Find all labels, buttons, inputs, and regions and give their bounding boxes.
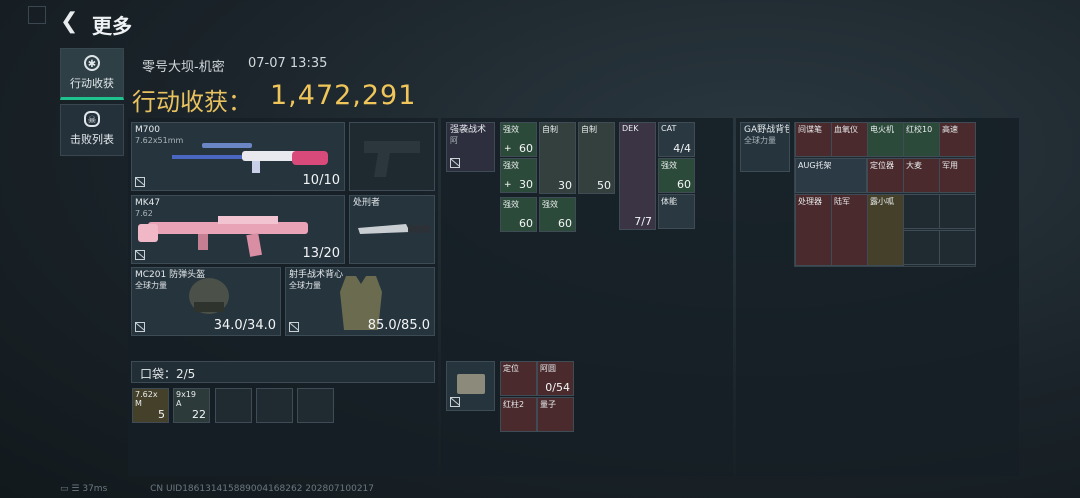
case-item[interactable]: 红柱2 — [500, 397, 537, 432]
match-time: 07-07 13:35 — [248, 56, 328, 71]
back-arrow-icon[interactable]: ❮ — [60, 10, 80, 34]
backpack-item[interactable]: 血氧仪 — [831, 122, 868, 157]
backpack-item[interactable]: 陆军 — [831, 194, 868, 266]
harvest-value: 1,472,291 — [270, 80, 417, 111]
backpack-name: GA野战背包 — [744, 125, 790, 135]
backpack-empty-slot[interactable] — [939, 230, 976, 265]
armor-name: 射手战术背心 — [289, 270, 344, 280]
no-insurance-icon — [135, 250, 145, 260]
helmet-brand: 全球力量 — [135, 281, 167, 290]
pistol-slot[interactable] — [349, 122, 435, 191]
rig-item-stim[interactable]: 强效 60 — [539, 197, 576, 232]
tab-label: 行动收获 — [70, 77, 114, 90]
pocket-header: 口袋：2/5 — [131, 361, 435, 383]
helmet-icon — [189, 278, 229, 314]
backpack-item[interactable]: 定位器 — [867, 158, 904, 193]
melee-name: 处刑者 — [353, 198, 381, 208]
no-insurance-icon — [450, 397, 460, 407]
skull-icon: ☠ — [84, 111, 100, 127]
case-item[interactable]: 阿圆 0/54 — [537, 361, 574, 396]
pocket-empty-slot[interactable] — [297, 388, 334, 423]
backpack-empty-slot[interactable] — [939, 194, 976, 229]
battery-icon: ▭ — [60, 484, 69, 494]
helmet-slot[interactable]: MC201 防弹头盔 全球力量 34.0/34.0 — [131, 267, 281, 336]
backpack-item[interactable]: 大麦 — [903, 158, 940, 193]
case-icon — [457, 374, 485, 394]
weapon-name: M700 — [135, 125, 160, 135]
pocket-empty-slot[interactable] — [215, 388, 252, 423]
harvest-label: 行动收获： — [132, 88, 252, 116]
no-insurance-icon — [135, 322, 145, 332]
rig-item-medkit[interactable]: 自制 30 — [539, 122, 576, 194]
page-title: 更多 — [92, 14, 132, 38]
uid: CN UID1861314158890041682​62 20280710​02… — [150, 484, 375, 494]
pistol-silhouette-icon — [364, 141, 420, 177]
no-insurance-icon — [135, 177, 145, 187]
rig-item-stim[interactable]: 强效 60 — [500, 197, 537, 232]
pocket-item-ammo[interactable]: 9x19 A 22 — [173, 388, 210, 423]
armor-durability: 85.0/85.0 — [367, 318, 430, 333]
no-insurance-icon — [450, 158, 460, 168]
ammo-count: 10/10 — [302, 173, 340, 188]
rig-item-injector[interactable]: 体能 — [658, 194, 695, 229]
ping: 37ms — [82, 484, 108, 494]
knife-icon — [358, 224, 430, 234]
corner-frame — [28, 6, 46, 24]
armor-brand: 全球力量 — [289, 281, 321, 290]
pocket-label: 口袋：2/5 — [140, 367, 196, 381]
wifi-icon: ☰ — [71, 484, 80, 494]
backpack-empty-slot[interactable] — [903, 230, 940, 265]
target-icon: ✱ — [84, 55, 100, 71]
pocket-empty-slot[interactable] — [256, 388, 293, 423]
backpack-item[interactable]: 处理器 — [795, 194, 832, 266]
pocket-item-ammo[interactable]: 7.62x M 5 — [132, 388, 169, 423]
armor-slot[interactable]: 射手战术背心 全球力量 85.0/85.0 — [285, 267, 435, 336]
tab-action-harvest[interactable]: ✱ 行动收获 — [60, 48, 124, 100]
case-item[interactable]: 定位 — [500, 361, 537, 396]
footer-status: ▭ ☰ 37ms CN UID1861314158890041682​62 20… — [60, 484, 374, 494]
backpack-item-figure[interactable]: 露小呱 — [867, 194, 904, 266]
rig-item-stim[interactable]: 强效 +60 — [500, 122, 537, 157]
primary-weapon-slot[interactable]: M700 7.62x51mm 10/10 — [131, 122, 345, 191]
rig-item-stim[interactable]: 强效 +30 — [500, 158, 537, 193]
rig-name: 强袭战术 — [450, 125, 487, 135]
melee-slot[interactable]: 处刑者 — [349, 195, 435, 264]
backpack-item[interactable]: 军用 — [939, 158, 976, 193]
backpack-item[interactable]: 电火机 — [867, 122, 904, 157]
rig-item-dek[interactable]: DEK 7/7 — [619, 122, 656, 230]
backpack-item[interactable]: 红校10 — [903, 122, 940, 157]
secondary-weapon-slot[interactable]: MK47 7.62 13/20 — [131, 195, 345, 264]
map-name: 零号大坝-机密 — [142, 60, 225, 75]
backpack-empty-slot[interactable] — [903, 194, 940, 229]
rig-item-cat[interactable]: CAT 4/4 — [658, 122, 695, 157]
secure-case-slot[interactable] — [446, 361, 495, 411]
backpack-item[interactable]: 间谍笔 — [795, 122, 832, 157]
backpack-item[interactable]: AUG托架 — [795, 158, 867, 193]
helmet-durability: 34.0/34.0 — [213, 318, 276, 333]
backpack-item[interactable]: 高速 — [939, 122, 976, 157]
chest-rig-slot[interactable]: 强袭战术 阿 — [446, 122, 495, 172]
rig-item-medkit[interactable]: 自制 50 — [578, 122, 615, 194]
tab-kill-list[interactable]: ☠ 击败列表 — [60, 104, 124, 156]
case-item[interactable]: 量子 — [537, 397, 574, 432]
rig-sub: 阿 — [450, 136, 458, 145]
rig-item-stim[interactable]: 强效 60 — [658, 158, 695, 193]
sniper-rifle-icon — [172, 143, 328, 173]
no-insurance-icon — [289, 322, 299, 332]
backpack-brand: 全球力量 — [744, 136, 776, 145]
ammo-count: 13/20 — [302, 246, 340, 261]
tab-label: 击败列表 — [70, 133, 114, 146]
backpack-slot[interactable]: GA野战背包 全球力量 — [740, 122, 790, 172]
